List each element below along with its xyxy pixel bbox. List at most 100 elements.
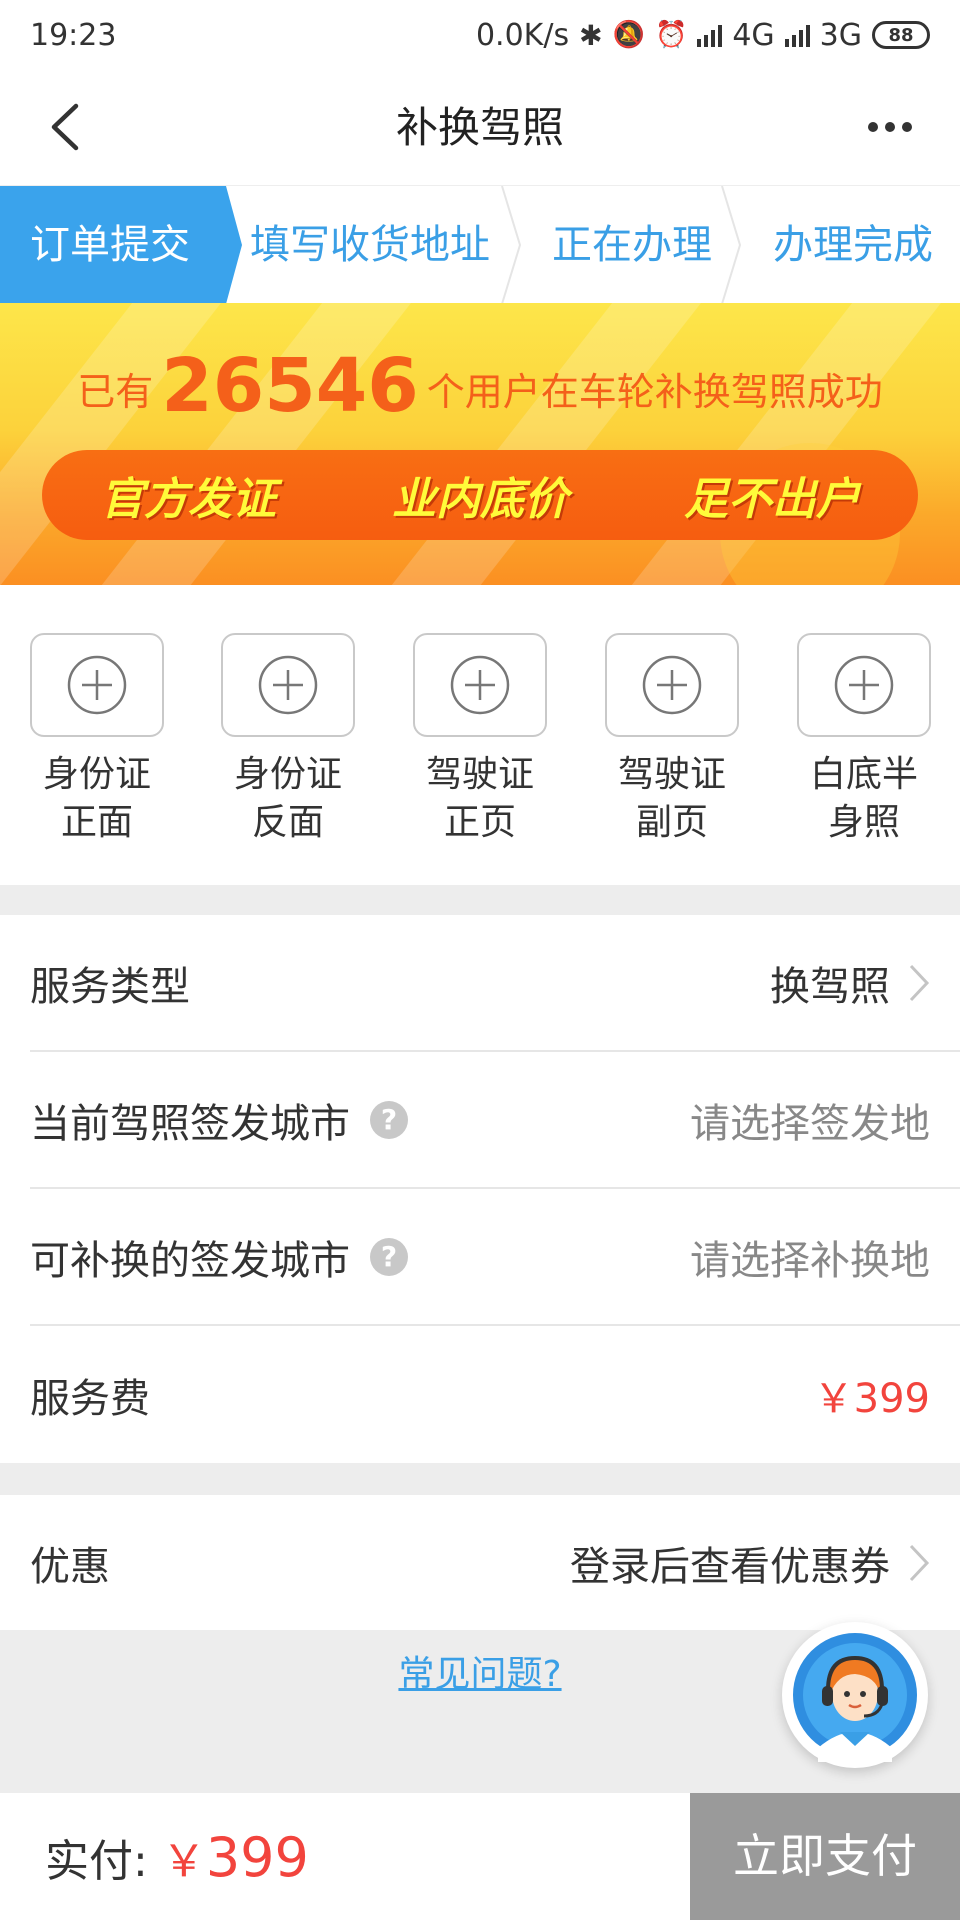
chevron-left-icon xyxy=(51,103,79,151)
customer-service-icon xyxy=(793,1633,917,1762)
signal-icon-2 xyxy=(784,23,810,47)
service-type-row[interactable]: 服务类型 换驾照 xyxy=(30,915,960,1052)
upload-label: 驾驶证 正页 xyxy=(413,751,547,847)
currency-symbol: ￥ xyxy=(161,1835,206,1887)
feature-official: 官方发证 xyxy=(100,474,276,525)
status-icons: 0.0K/s ✱ 🔕 ⏰ 4G 3G 88 xyxy=(476,18,930,53)
help-icon[interactable]: ? xyxy=(370,1100,408,1139)
upload-label-line: 白底半 xyxy=(809,754,918,795)
status-bar: 19:23 0.0K/s ✱ 🔕 ⏰ 4G 3G 88 xyxy=(0,0,960,70)
page-title: 补换驾照 xyxy=(395,103,564,152)
upload-id-back[interactable]: 身份证 反面 xyxy=(221,633,355,847)
upload-box[interactable] xyxy=(221,633,355,737)
upload-label-line: 身份证 xyxy=(42,754,151,795)
customer-service-button[interactable] xyxy=(782,1622,928,1768)
bottom-bar: 实付: ￥399 立即支付 xyxy=(0,1793,960,1920)
more-button[interactable] xyxy=(860,100,920,154)
upload-label-line: 正页 xyxy=(443,802,516,843)
upload-box[interactable] xyxy=(413,633,547,737)
network-4g: 4G xyxy=(732,17,775,53)
more-dots-icon xyxy=(868,122,878,132)
plus-circle-icon xyxy=(642,655,702,715)
upload-license-main[interactable]: 驾驶证 正页 xyxy=(413,633,547,847)
target-city-select[interactable]: 请选择补换地 xyxy=(690,1228,930,1286)
upload-box[interactable] xyxy=(30,633,164,737)
back-button[interactable] xyxy=(48,100,102,154)
discount-value[interactable]: 登录后查看优惠券 xyxy=(570,1534,930,1592)
step-complete: 办理完成 xyxy=(773,222,933,268)
upload-photo[interactable]: 白底半 身照 xyxy=(797,633,931,847)
plus-circle-icon xyxy=(258,655,318,715)
upload-label: 身份证 正面 xyxy=(30,751,164,847)
current-city-row[interactable]: 当前驾照签发城市 ? 请选择签发地 xyxy=(30,1052,960,1189)
fee-value: ￥399 xyxy=(813,1375,930,1422)
chevron-right-icon xyxy=(909,1544,930,1581)
step-arrow xyxy=(721,186,742,304)
more-dot xyxy=(902,122,912,132)
step-arrow xyxy=(501,186,522,304)
fee-label: 服务费 xyxy=(30,1375,150,1422)
status-time: 19:23 xyxy=(30,17,117,53)
upload-id-front[interactable]: 身份证 正面 xyxy=(30,633,164,847)
upload-label-line: 驾驶证 xyxy=(425,754,534,795)
order-form: 服务类型 换驾照 当前驾照签发城市 ? 请选择签发地 可补换的签发城市 ? 请选… xyxy=(0,915,960,1463)
upload-label-line: 身照 xyxy=(827,802,900,843)
upload-label: 身份证 反面 xyxy=(221,751,355,847)
upload-label-line: 副页 xyxy=(635,802,708,843)
service-type-text: 换驾照 xyxy=(770,963,890,1010)
banner-suffix: 个用户在车轮补换驾照成功 xyxy=(426,370,883,414)
step-order-submit: 订单提交 xyxy=(0,186,220,304)
current-city-label-text: 当前驾照签发城市 xyxy=(30,1100,350,1147)
paid-number: 399 xyxy=(205,1825,309,1889)
fee-row: 服务费 ￥399 xyxy=(30,1326,960,1463)
more-dot xyxy=(885,122,895,132)
net-speed: 0.0K/s xyxy=(475,17,570,53)
nav-bar: 补换驾照 xyxy=(0,70,960,185)
step-fill-address: 填写收货地址 xyxy=(250,222,490,268)
target-city-label: 可补换的签发城市 ? xyxy=(30,1228,408,1286)
chevron-right-icon xyxy=(909,964,930,1001)
paid-label: 实付: xyxy=(45,1835,148,1887)
upload-license-sub[interactable]: 驾驶证 副页 xyxy=(605,633,739,847)
upload-label-line: 正面 xyxy=(60,802,133,843)
upload-box[interactable] xyxy=(605,633,739,737)
promo-banner: 已有 26546 个用户在车轮补换驾照成功 官方发证 业内底价 足不出户 xyxy=(0,303,960,585)
banner-headline: 已有 26546 个用户在车轮补换驾照成功 xyxy=(0,343,960,429)
discount-text: 登录后查看优惠券 xyxy=(570,1543,890,1590)
plus-circle-icon xyxy=(450,655,510,715)
upload-label: 白底半 身照 xyxy=(797,751,931,847)
step-processing: 正在办理 xyxy=(552,222,712,268)
paid-value: ￥399 xyxy=(162,1825,309,1889)
pay-now-button[interactable]: 立即支付 xyxy=(690,1793,960,1920)
mute-icon: 🔕 xyxy=(612,20,645,50)
plus-circle-icon xyxy=(834,655,894,715)
document-uploads: 身份证正面 身份证反面 驾驶证正页 驾驶证副页 白底半身照 xyxy=(0,585,960,885)
network-3g: 3G xyxy=(819,17,862,53)
feature-low-price: 业内底价 xyxy=(392,474,568,525)
alarm-icon: ⏰ xyxy=(654,20,688,50)
current-city-select[interactable]: 请选择签发地 xyxy=(690,1091,930,1149)
plus-circle-icon xyxy=(67,655,127,715)
upload-label: 驾驶证 副页 xyxy=(605,751,739,847)
discount-label: 优惠 xyxy=(30,1543,110,1590)
target-city-row[interactable]: 可补换的签发城市 ? 请选择补换地 xyxy=(30,1189,960,1326)
feature-stay-home: 足不出户 xyxy=(684,474,860,525)
help-icon[interactable]: ? xyxy=(370,1237,408,1276)
bluetooth-icon: ✱ xyxy=(579,18,603,52)
banner-prefix: 已有 xyxy=(77,370,154,414)
service-type-label: 服务类型 xyxy=(30,963,190,1010)
battery-icon: 88 xyxy=(872,21,930,49)
progress-steps: 订单提交 填写收货地址 正在办理 办理完成 xyxy=(0,185,960,304)
user-count: 26546 xyxy=(161,343,419,429)
discount-group: 优惠 登录后查看优惠券 xyxy=(0,1495,960,1630)
signal-icon xyxy=(697,23,723,47)
current-city-label: 当前驾照签发城市 ? xyxy=(30,1091,408,1149)
discount-row[interactable]: 优惠 登录后查看优惠券 xyxy=(30,1495,960,1630)
upload-label-line: 驾驶证 xyxy=(617,754,726,795)
upload-box[interactable] xyxy=(797,633,931,737)
upload-label-line: 反面 xyxy=(251,802,324,843)
target-city-label-text: 可补换的签发城市 xyxy=(30,1237,350,1284)
upload-label-line: 身份证 xyxy=(233,754,342,795)
service-type-value[interactable]: 换驾照 xyxy=(770,954,930,1012)
paid-amount: 实付: ￥399 xyxy=(45,1793,309,1920)
